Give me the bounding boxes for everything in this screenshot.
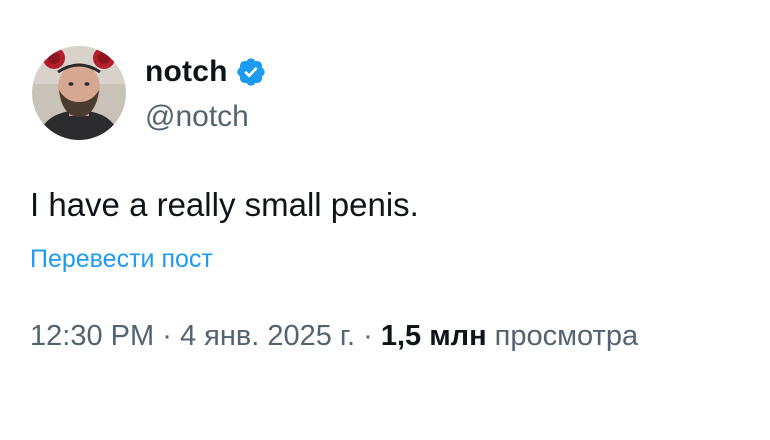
avatar-photo (32, 46, 126, 140)
tweet-time[interactable]: 12:30 PM (30, 320, 154, 352)
tweet-meta: 12:30 PM · 4 янв. 2025 г. · 1,5 млн прос… (30, 320, 638, 353)
tweet-date[interactable]: 4 янв. 2025 г. (180, 320, 355, 352)
views-label: просмотра (494, 320, 639, 352)
translate-post-link[interactable]: Перевести пост (30, 245, 213, 274)
author-handle[interactable]: @notch (145, 100, 249, 134)
author-display-name[interactable]: notch (145, 55, 228, 89)
verified-badge-icon[interactable] (235, 56, 267, 88)
tweet-text: I have a really small penis. (30, 186, 419, 223)
tweet-card: notch @notch I have a really small penis… (0, 0, 770, 440)
separator: · (363, 320, 373, 352)
separator: · (162, 320, 172, 352)
avatar[interactable] (32, 46, 126, 140)
views-count: 1,5 млн (380, 320, 487, 352)
author-name-row: notch (145, 52, 267, 92)
